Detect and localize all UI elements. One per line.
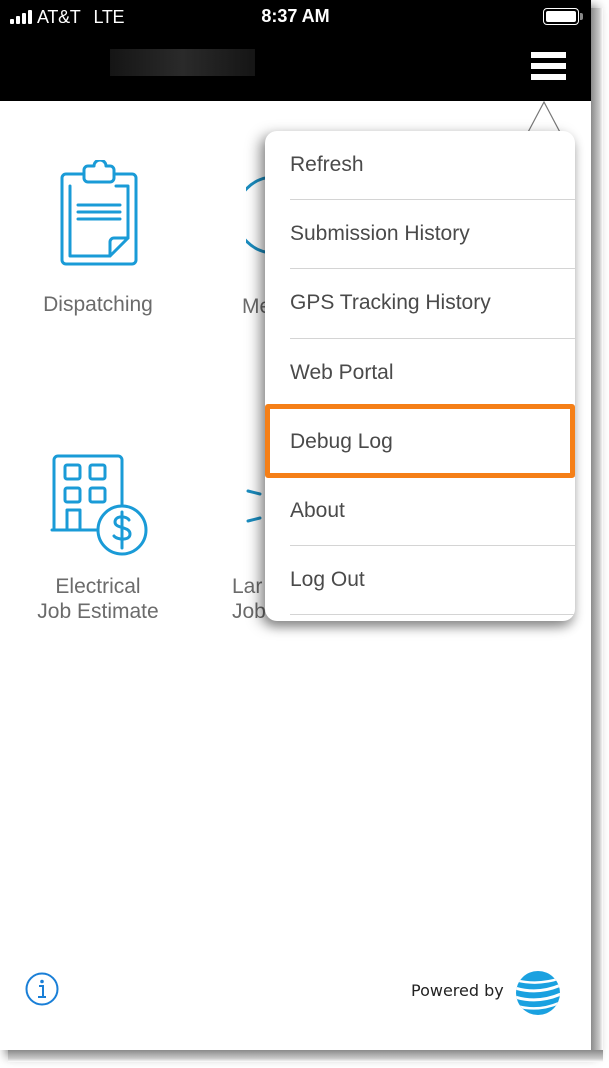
battery-icon [543, 8, 579, 25]
partial-label-line1: Lar [232, 575, 263, 598]
menu-item-debug-log[interactable]: Debug Log [265, 408, 575, 477]
tile-electrical-job-estimate[interactable]: Electrical Job Estimate [18, 450, 178, 624]
tile-label-line1: Electrical [55, 575, 141, 598]
clipboard-icon [60, 160, 138, 266]
menu-divider [290, 614, 575, 616]
menu-item-label: GPS Tracking History [290, 291, 491, 315]
battery-tip [580, 13, 583, 20]
menu-item-label: Refresh [290, 153, 364, 176]
menu-item-refresh[interactable]: Refresh [265, 131, 575, 201]
partial-label-line2: Job [232, 600, 266, 623]
menu-item-submission-history[interactable]: Submission History [265, 200, 575, 270]
powered-by-text: Powered by [411, 981, 504, 1000]
dropdown-menu: Refresh Submission History GPS Tracking … [265, 131, 575, 621]
menu-item-label: Web Portal [290, 360, 394, 384]
app-title-redacted [110, 49, 255, 76]
tile-dispatching[interactable]: Dispatching [18, 160, 178, 317]
phone-screen: AT&T LTE 8:37 AM Dispatching Electrical … [0, 0, 591, 1050]
screenshot-shadow [8, 1050, 603, 1062]
partial-tile-label[interactable]: Lar Job [232, 574, 266, 624]
top-bar: AT&T LTE 8:37 AM [0, 0, 591, 101]
menu-item-label: Log Out [290, 568, 365, 592]
tile-label-line2: Job Estimate [37, 600, 159, 623]
menu-item-web-portal[interactable]: Web Portal [265, 339, 575, 408]
info-icon[interactable] [25, 972, 59, 1006]
building-dollar-icon [50, 454, 148, 556]
tile-label: Electrical Job Estimate [18, 574, 178, 624]
menu-item-label: Debug Log [290, 429, 393, 453]
screenshot-shadow [591, 8, 603, 1058]
menu-item-label: Submission History [290, 222, 470, 246]
menu-item-log-out[interactable]: Log Out [265, 546, 575, 616]
status-time: 8:37 AM [261, 6, 330, 26]
hamburger-menu-icon[interactable] [531, 52, 567, 80]
menu-item-about[interactable]: About [265, 477, 575, 547]
att-globe-logo [516, 971, 560, 1015]
tile-label: Dispatching [43, 293, 153, 316]
menu-item-gps-tracking-history[interactable]: GPS Tracking History [265, 269, 575, 339]
menu-item-label: About [290, 498, 345, 522]
